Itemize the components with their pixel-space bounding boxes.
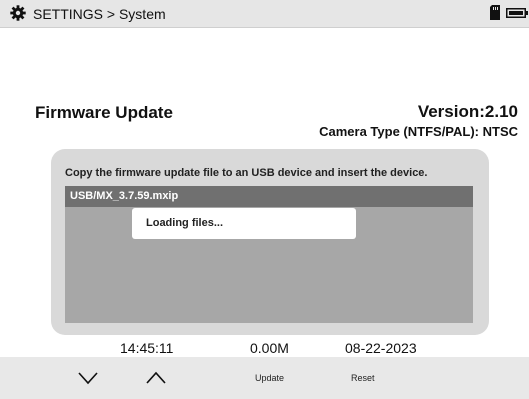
firmware-panel: Copy the firmware update file to an USB … <box>51 149 489 335</box>
page-title: Firmware Update <box>35 103 173 122</box>
storage-size: 0.00M <box>250 340 289 356</box>
loading-dialog: Loading files... <box>132 208 356 239</box>
file-name: USB/MX_3.7.59.mxip <box>70 190 179 202</box>
loading-message: Loading files... <box>146 217 224 229</box>
file-list[interactable]: USB/MX_3.7.59.mxip <box>65 186 473 323</box>
current-date: 08-22-2023 <box>345 340 417 356</box>
version-label: Version:2.10 <box>417 102 518 121</box>
file-row-selected[interactable]: USB/MX_3.7.59.mxip <box>65 186 473 207</box>
sd-card-icon <box>490 5 500 20</box>
update-button[interactable]: Update <box>255 373 284 383</box>
down-button[interactable] <box>73 365 103 391</box>
gear-icon <box>10 5 26 21</box>
up-button[interactable] <box>141 365 171 391</box>
breadcrumb: SETTINGS > System <box>33 6 166 22</box>
clock-time: 14:45:11 <box>120 340 174 356</box>
battery-icon <box>506 8 528 18</box>
chevron-up-icon <box>146 371 166 384</box>
reset-button[interactable]: Reset <box>351 373 375 383</box>
top-bar: SETTINGS > System <box>0 0 529 28</box>
bottom-toolbar: Update Reset <box>0 357 529 399</box>
instruction-text: Copy the firmware update file to an USB … <box>65 167 428 179</box>
chevron-down-icon <box>78 372 98 385</box>
camera-type-label: Camera Type (NTFS/PAL): NTSC <box>319 124 518 139</box>
